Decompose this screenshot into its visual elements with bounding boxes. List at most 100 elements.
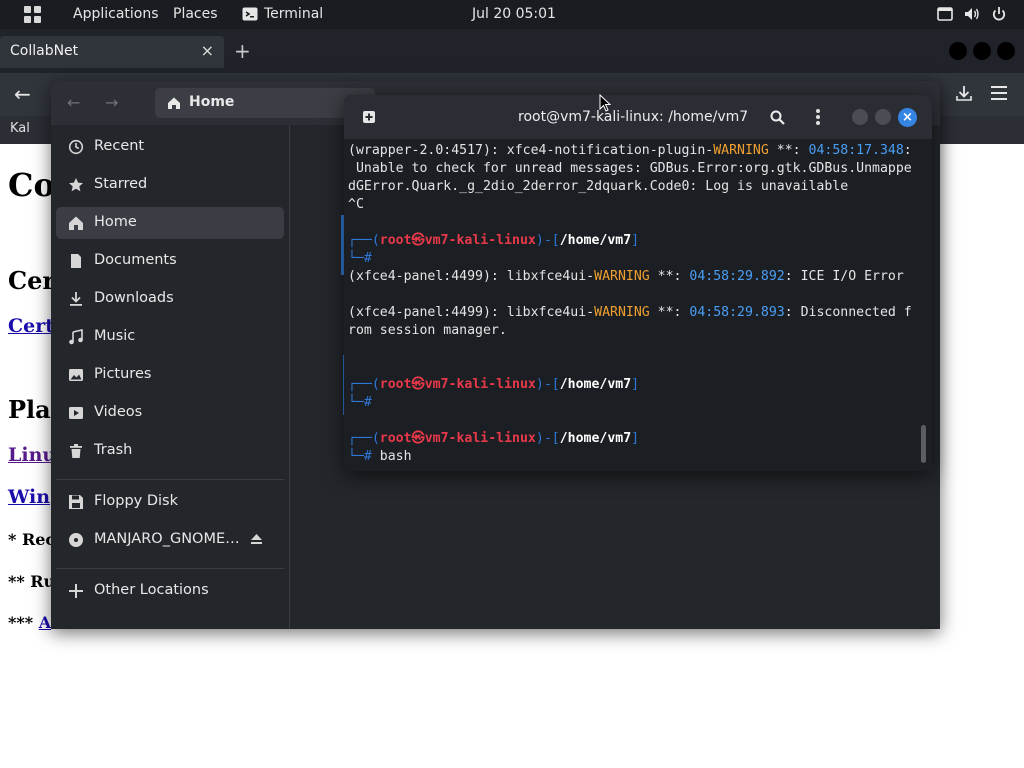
search-icon[interactable] — [770, 110, 785, 125]
sidebar-label-home: Home — [94, 214, 137, 230]
terminal-output[interactable]: (wrapper-2.0:4517): xfce4-notification-p… — [348, 141, 920, 467]
terminal-titlebar: root@vm7-kali-linux: /home/vm7 × — [344, 95, 932, 139]
terminal-maximize-button[interactable] — [875, 109, 891, 125]
minimize-button[interactable] — [949, 42, 967, 60]
new-tab-button[interactable]: + — [234, 39, 251, 63]
terminal-menu[interactable]: Terminal — [264, 6, 323, 22]
terminal-minimize-button[interactable] — [852, 109, 868, 125]
floppy-icon — [69, 495, 83, 509]
sidebar-item-music[interactable]: Music — [56, 321, 284, 353]
clock-icon — [68, 139, 84, 155]
terminal-close-button[interactable]: × — [898, 108, 917, 127]
prompt-hash-line: └─# — [348, 251, 372, 266]
prompt-line: ┌──(root㉿vm7-kali-linux)-[/home/vm7] — [348, 233, 640, 248]
sidebar-item-recent[interactable]: Recent — [56, 131, 284, 163]
page-item-3-link[interactable]: A — [39, 613, 51, 632]
sidebar-item-downloads[interactable]: Downloads — [56, 283, 284, 315]
page-subheading: Cer — [8, 266, 56, 295]
applications-menu[interactable]: Applications — [73, 6, 159, 22]
files-sidebar: Recent Starred Home Documents Downloads … — [51, 125, 290, 629]
terminal-line: (wrapper-2.0:4517): xfce4-notification-p… — [348, 143, 912, 158]
star-icon — [69, 178, 83, 192]
page-link-cert[interactable]: Cert — [8, 315, 54, 337]
home-icon — [69, 216, 83, 230]
mouse-pointer-icon — [599, 94, 611, 112]
power-icon[interactable] — [991, 6, 1007, 22]
sidebar-item-manjaro[interactable]: MANJARO_GNOME… — [56, 524, 284, 556]
sidebar-item-trash[interactable]: Trash — [56, 435, 284, 467]
tab-close-icon[interactable]: × — [201, 41, 214, 60]
page-subheading-platform: Pla — [8, 395, 51, 424]
maximize-button[interactable] — [973, 42, 991, 60]
page-link-linux[interactable]: Linu — [8, 444, 56, 466]
terminal-line: (xfce4-panel:4499): libxfce4ui-WARNING *… — [348, 305, 912, 320]
top-panel: Applications Places Terminal Jul 20 05:0… — [0, 0, 1024, 29]
menu-icon[interactable] — [991, 86, 1007, 104]
terminal-title: root@vm7-kali-linux: /home/vm7 — [518, 109, 749, 125]
places-menu[interactable]: Places — [173, 6, 218, 22]
terminal-window: root@vm7-kali-linux: /home/vm7 × (wrappe… — [344, 95, 932, 471]
eject-icon[interactable] — [250, 533, 263, 546]
app-grid-icon[interactable] — [24, 6, 41, 23]
trash-icon — [70, 444, 82, 458]
page-item-1: * Rec — [8, 530, 56, 549]
sidebar-label-starred: Starred — [94, 176, 148, 192]
video-icon — [69, 407, 83, 419]
close-button[interactable] — [997, 42, 1015, 60]
page-link-windows[interactable]: Win — [8, 486, 50, 508]
disc-icon — [69, 533, 83, 547]
sidebar-label-floppy: Floppy Disk — [94, 493, 178, 509]
browser-back-icon[interactable]: ← — [14, 82, 31, 106]
clock[interactable]: Jul 20 05:01 — [472, 6, 556, 22]
sidebar-label-videos: Videos — [94, 404, 143, 420]
sidebar-item-pictures[interactable]: Pictures — [56, 359, 284, 391]
home-icon — [168, 97, 180, 109]
sidebar-label-trash: Trash — [94, 442, 133, 458]
volume-icon[interactable] — [964, 6, 980, 22]
window-icon[interactable] — [937, 6, 953, 22]
terminal-line: (xfce4-panel:4499): libxfce4ui-WARNING *… — [348, 269, 904, 284]
download-icon — [70, 292, 82, 306]
sidebar-item-floppy[interactable]: Floppy Disk — [56, 486, 284, 518]
sidebar-divider — [56, 479, 284, 480]
terminal-line: rom session manager. — [348, 323, 507, 338]
page-item-3: *** A — [8, 613, 51, 632]
prompt-hash-line: └─# — [348, 395, 372, 410]
terminal-line: ^C — [348, 197, 364, 212]
sidebar-divider-2 — [56, 568, 284, 569]
bookmark-kali[interactable]: Kal — [10, 121, 30, 136]
current-command: bash — [379, 449, 412, 464]
page-item-3-prefix: *** — [8, 613, 34, 632]
downloads-icon[interactable] — [955, 84, 973, 102]
sidebar-item-other-locations[interactable]: Other Locations — [56, 575, 284, 607]
sidebar-label-pictures: Pictures — [94, 366, 152, 382]
new-tab-icon[interactable] — [362, 110, 376, 124]
prompt-command-line: └─# bash — [348, 449, 412, 464]
files-forward-icon[interactable]: → — [105, 93, 118, 112]
picture-icon — [69, 369, 83, 381]
terminal-app-icon[interactable] — [242, 6, 258, 22]
prompt-line: ┌──(root㉿vm7-kali-linux)-[/home/vm7] — [348, 431, 640, 446]
document-icon — [71, 254, 81, 268]
terminal-scrollbar[interactable] — [921, 425, 926, 463]
prompt-line: ┌──(root㉿vm7-kali-linux)-[/home/vm7] — [348, 377, 640, 392]
sidebar-item-starred[interactable]: Starred — [56, 169, 284, 201]
sidebar-label-recent: Recent — [94, 138, 145, 154]
music-icon — [69, 329, 83, 345]
sidebar-label-other-locations: Other Locations — [94, 582, 209, 598]
page-heading: Co — [8, 166, 55, 204]
sidebar-label-downloads: Downloads — [94, 290, 174, 306]
files-back-icon[interactable]: ← — [67, 93, 80, 112]
path-bar[interactable]: Home — [155, 88, 375, 118]
page-item-2: ** Ru — [8, 572, 56, 591]
sidebar-item-videos[interactable]: Videos — [56, 397, 284, 429]
sidebar-item-home[interactable]: Home — [56, 207, 284, 239]
plus-icon — [69, 584, 83, 598]
browser-tab[interactable]: CollabNet × — [0, 36, 224, 68]
sidebar-item-documents[interactable]: Documents — [56, 245, 284, 277]
sidebar-label-music: Music — [94, 328, 136, 344]
sidebar-label-manjaro: MANJARO_GNOME… — [94, 531, 240, 547]
terminal-line: dGError.Quark._g_2dio_2derror_2dquark.Co… — [348, 179, 849, 194]
kebab-menu-icon[interactable] — [816, 109, 820, 127]
terminal-line: Unable to check for unread messages: GDB… — [348, 161, 912, 176]
